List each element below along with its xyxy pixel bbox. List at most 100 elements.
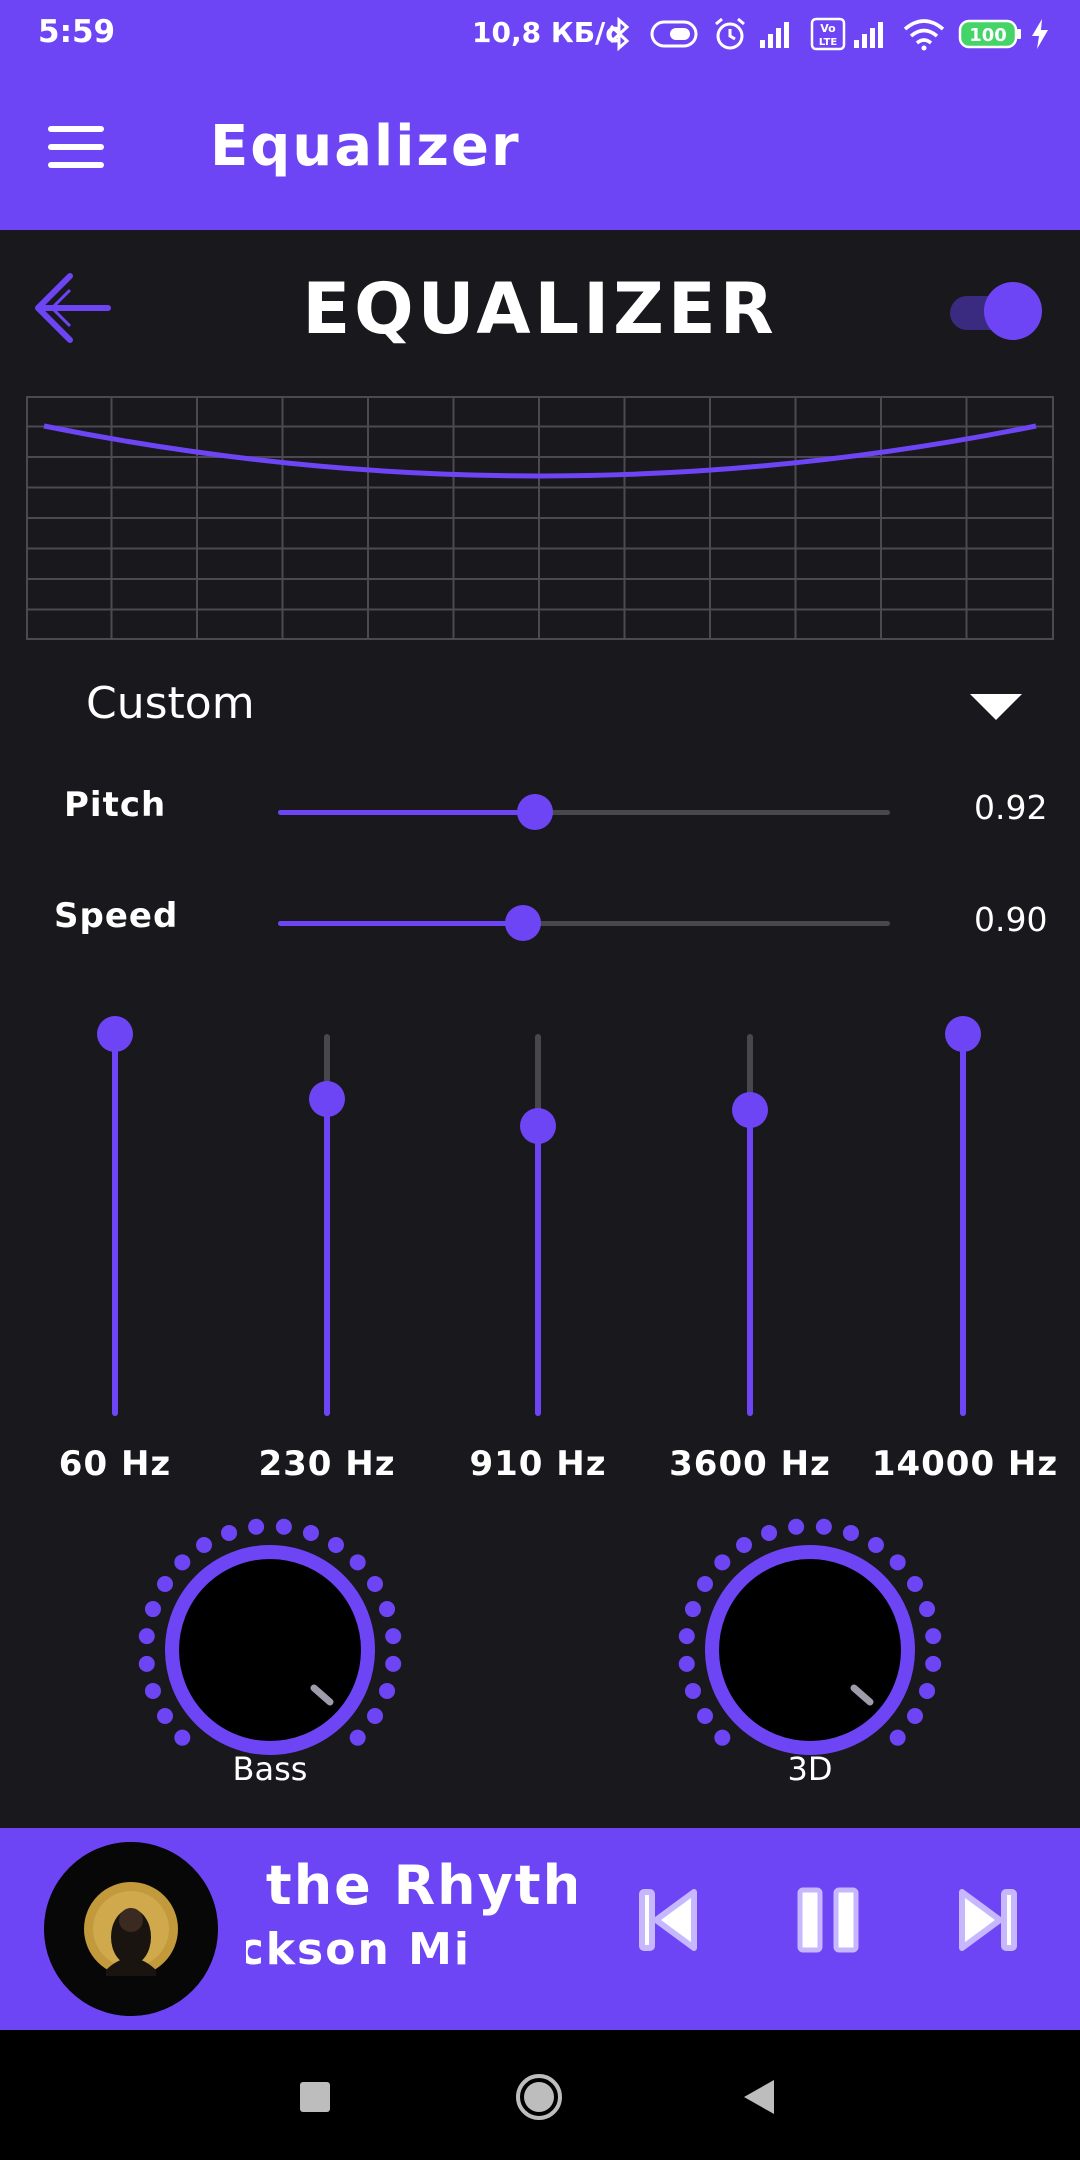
knob-tick — [906, 1576, 923, 1593]
speed-slider-fill — [278, 921, 523, 926]
pitch-label: Pitch — [64, 785, 167, 825]
band-slider-3600hz[interactable] — [720, 1010, 780, 1416]
pitch-value: 0.92 — [974, 788, 1048, 827]
knob-tick — [379, 1601, 396, 1618]
menu-icon[interactable] — [48, 126, 110, 176]
status-network-speed: 10,8 КБ/с — [472, 16, 622, 49]
band-slider-910hz[interactable] — [508, 1010, 568, 1416]
band-thumb[interactable] — [520, 1107, 556, 1144]
knob-tick — [919, 1682, 936, 1699]
equalizer-enable-toggle[interactable] — [948, 280, 1042, 340]
knob-tick — [919, 1601, 936, 1618]
knob-tick — [678, 1628, 695, 1645]
band-thumb[interactable] — [309, 1080, 345, 1117]
knob-tick — [906, 1707, 923, 1724]
home-icon[interactable] — [514, 2072, 564, 2122]
knob-tick — [684, 1601, 701, 1618]
knob-body[interactable] — [165, 1545, 375, 1755]
knob-tick — [889, 1554, 906, 1571]
3d-knob[interactable] — [678, 1518, 942, 1782]
svg-text:Vo: Vo — [820, 22, 836, 35]
svg-text:LTE: LTE — [819, 37, 838, 48]
speed-label: Speed — [54, 896, 179, 936]
battery-icon: 100 — [958, 16, 1022, 52]
equalizer-title: EQUALIZER — [302, 268, 778, 350]
knob-body[interactable] — [705, 1545, 915, 1755]
pitch-slider-fill — [278, 810, 536, 815]
speed-slider-thumb[interactable] — [504, 905, 541, 941]
knob-tick — [697, 1576, 714, 1593]
knob-tick — [144, 1682, 161, 1699]
knob-tick — [761, 1524, 778, 1541]
next-track-icon[interactable] — [948, 1880, 1028, 1960]
band-thumb[interactable] — [97, 1016, 133, 1052]
band-slider-14000hz[interactable] — [933, 1010, 993, 1416]
knob-tick — [349, 1729, 366, 1746]
knob-tick — [138, 1628, 155, 1645]
band-label-230hz: 230 Hz — [258, 1444, 396, 1484]
speed-slider[interactable] — [278, 905, 890, 941]
band-thumb[interactable] — [945, 1016, 981, 1052]
status-bar: 5:59 10,8 КБ/с Vo LTE 100 — [0, 0, 1080, 70]
signal-icon-1 — [758, 16, 796, 52]
bass-knob[interactable] — [138, 1518, 402, 1782]
band-slider-60hz[interactable] — [85, 1010, 145, 1416]
volte-icon: Vo LTE — [810, 16, 846, 52]
knob-tick — [157, 1576, 174, 1593]
back-nav-icon[interactable] — [742, 2078, 776, 2116]
knob-tick — [174, 1729, 191, 1746]
3d-label: 3D — [787, 1750, 833, 1788]
knob-tick — [815, 1518, 832, 1535]
pitch-slider[interactable] — [278, 794, 890, 830]
band-slider-230hz[interactable] — [297, 1010, 357, 1416]
mini-player[interactable]: o the Rhyth ackson Mi — [0, 1828, 1080, 2030]
frequency-response-graph — [26, 396, 1054, 640]
knob-tick — [366, 1707, 383, 1724]
knob-tick — [867, 1537, 884, 1554]
dnd-icon — [650, 16, 698, 52]
knob-tick — [302, 1524, 319, 1541]
knob-tick — [925, 1628, 942, 1645]
alarm-icon — [712, 16, 748, 52]
bluetooth-icon — [608, 16, 632, 52]
pause-icon[interactable] — [788, 1880, 868, 1960]
track-info[interactable]: o the Rhyth ackson Mi — [246, 1854, 576, 2004]
knob-tick — [275, 1518, 292, 1535]
bass-label: Bass — [232, 1750, 308, 1788]
recents-icon[interactable] — [298, 2080, 332, 2114]
preset-dropdown[interactable]: Custom — [86, 678, 255, 729]
pitch-slider-thumb[interactable] — [517, 794, 554, 830]
charging-icon — [1028, 16, 1052, 52]
track-title: o the Rhyth — [246, 1854, 576, 1917]
knob-tick — [138, 1655, 155, 1672]
knob-tick — [221, 1524, 238, 1541]
knob-tick — [349, 1554, 366, 1571]
dropdown-arrow-icon[interactable] — [966, 690, 1026, 724]
knob-tick — [736, 1537, 753, 1554]
knob-tick — [788, 1518, 805, 1535]
track-artist: ackson Mi — [246, 1924, 471, 1975]
knob-tick — [248, 1518, 265, 1535]
album-art[interactable] — [44, 1842, 218, 2016]
knob-tick — [157, 1707, 174, 1724]
knob-tick — [842, 1524, 859, 1541]
band-thumb[interactable] — [732, 1092, 768, 1129]
knob-tick — [714, 1554, 731, 1571]
knob-tick — [889, 1729, 906, 1746]
band-label-3600hz: 3600 Hz — [669, 1444, 831, 1484]
knob-tick — [697, 1707, 714, 1724]
knob-tick — [144, 1601, 161, 1618]
battery-percent: 100 — [969, 25, 1007, 46]
wifi-icon — [902, 16, 946, 52]
signal-icon-2 — [852, 16, 890, 52]
knob-tick — [684, 1682, 701, 1699]
speed-value: 0.90 — [974, 900, 1048, 939]
app-bar: Equalizer — [0, 70, 1080, 230]
system-navigation-bar — [0, 2030, 1080, 2160]
knob-tick — [327, 1537, 344, 1554]
previous-track-icon[interactable] — [628, 1880, 708, 1960]
band-label-60hz: 60 Hz — [58, 1444, 172, 1484]
band-label-910hz: 910 Hz — [469, 1444, 607, 1484]
knob-tick — [678, 1655, 695, 1672]
knob-tick — [379, 1682, 396, 1699]
